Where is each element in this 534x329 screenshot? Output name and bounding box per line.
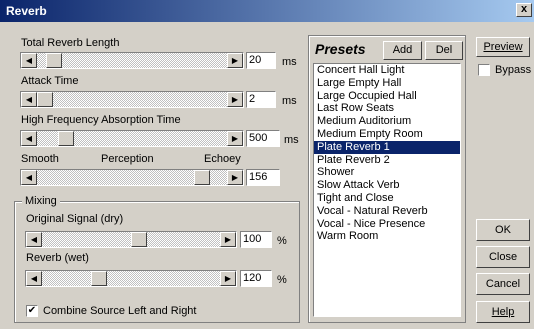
attack-time-field[interactable]: 2 — [246, 91, 276, 108]
slider-left-arrow-icon[interactable]: ◀ — [21, 53, 37, 68]
slider-left-arrow-icon[interactable]: ◀ — [26, 271, 42, 286]
preset-list-item[interactable]: Medium Auditorium — [314, 115, 460, 128]
total-reverb-length-label: Total Reverb Length — [21, 37, 120, 49]
delete-preset-button[interactable]: Del — [425, 41, 463, 60]
reverb-wet-unit: % — [277, 274, 287, 286]
preset-list-item[interactable]: Last Row Seats — [314, 102, 460, 115]
attack-time-unit: ms — [282, 95, 297, 107]
slider-thumb[interactable] — [37, 92, 53, 107]
hf-absorption-slider[interactable]: ◀ ▶ — [20, 130, 244, 147]
help-label: Help — [491, 306, 515, 318]
title-bar: Reverb x — [0, 0, 534, 22]
close-button[interactable]: Close — [476, 246, 530, 268]
slider-left-arrow-icon[interactable]: ◀ — [21, 170, 37, 185]
check-icon: ✔ — [27, 305, 37, 316]
preset-list-item[interactable]: Slow Attack Verb — [314, 179, 460, 192]
preview-label: Preview — [483, 41, 523, 53]
total-reverb-length-slider[interactable]: ◀ ▶ — [20, 52, 244, 69]
slider-right-arrow-icon[interactable]: ▶ — [220, 271, 236, 286]
slider-left-arrow-icon[interactable]: ◀ — [26, 232, 42, 247]
slider-right-arrow-icon[interactable]: ▶ — [227, 131, 243, 146]
cancel-button[interactable]: Cancel — [476, 273, 530, 295]
presets-title: Presets — [315, 41, 366, 57]
slider-left-arrow-icon[interactable]: ◀ — [21, 92, 37, 107]
reverb-dialog: Reverb x Total Reverb Length ◀ ▶ 20 ms A… — [0, 0, 534, 329]
preset-list-item[interactable]: Large Empty Hall — [314, 77, 460, 90]
attack-time-label: Attack Time — [21, 75, 79, 87]
perception-label: Perception — [101, 153, 154, 165]
window-title: Reverb — [6, 4, 47, 18]
slider-thumb[interactable] — [57, 131, 74, 146]
close-window-button[interactable]: x — [516, 3, 532, 17]
slider-right-arrow-icon[interactable]: ▶ — [227, 170, 243, 185]
preset-list-item[interactable]: Tight and Close — [314, 192, 460, 205]
preset-list-item[interactable]: Warm Room — [314, 230, 460, 243]
slider-thumb[interactable] — [193, 170, 210, 185]
mixing-group-label: Mixing — [22, 195, 60, 207]
preview-button[interactable]: Preview — [476, 37, 530, 57]
original-signal-unit: % — [277, 235, 287, 247]
reverb-wet-slider[interactable]: ◀ ▶ — [25, 270, 237, 287]
hf-absorption-label: High Frequency Absorption Time — [21, 114, 181, 126]
preset-list-item[interactable]: Concert Hall Light — [314, 64, 460, 77]
slider-thumb[interactable] — [45, 53, 62, 68]
preset-list-item[interactable]: Plate Reverb 2 — [314, 154, 460, 167]
hf-absorption-field[interactable]: 500 — [246, 130, 280, 147]
bypass-label: Bypass — [495, 64, 532, 76]
hf-absorption-unit: ms — [284, 134, 299, 146]
slider-right-arrow-icon[interactable]: ▶ — [220, 232, 236, 247]
preset-list-item[interactable]: Shower — [314, 166, 460, 179]
presets-list[interactable]: Concert Hall Light Large Empty Hall Large … — [313, 63, 461, 317]
combine-checkbox[interactable]: ✔ — [26, 305, 38, 317]
slider-track[interactable] — [37, 92, 227, 107]
preset-list-item[interactable]: Vocal - Nice Presence — [314, 218, 460, 231]
total-reverb-length-unit: ms — [282, 56, 297, 68]
slider-thumb[interactable] — [90, 271, 107, 286]
preset-list-item[interactable]: Vocal - Natural Reverb — [314, 205, 460, 218]
perception-field[interactable]: 156 — [246, 169, 280, 186]
original-signal-field[interactable]: 100 — [240, 231, 272, 248]
slider-left-arrow-icon[interactable]: ◀ — [21, 131, 37, 146]
preset-list-item[interactable]: Medium Empty Room — [314, 128, 460, 141]
slider-track[interactable] — [37, 53, 227, 68]
reverb-wet-label: Reverb (wet) — [26, 252, 89, 264]
perception-slider[interactable]: ◀ ▶ — [20, 169, 244, 186]
bypass-checkbox[interactable] — [478, 64, 490, 76]
original-signal-slider[interactable]: ◀ ▶ — [25, 231, 237, 248]
preset-list-item[interactable]: Plate Reverb 1 — [314, 140, 460, 154]
slider-thumb[interactable] — [131, 232, 148, 247]
original-signal-label: Original Signal (dry) — [26, 213, 124, 225]
add-preset-button[interactable]: Add — [383, 41, 422, 60]
ok-button[interactable]: OK — [476, 219, 530, 241]
attack-time-slider[interactable]: ◀ ▶ — [20, 91, 244, 108]
reverb-wet-field[interactable]: 120 — [240, 270, 272, 287]
slider-right-arrow-icon[interactable]: ▶ — [227, 53, 243, 68]
preset-list-item[interactable]: Large Occupied Hall — [314, 90, 460, 103]
slider-track[interactable] — [42, 271, 220, 286]
total-reverb-length-field[interactable]: 20 — [246, 52, 276, 69]
combine-label: Combine Source Left and Right — [43, 305, 197, 317]
slider-right-arrow-icon[interactable]: ▶ — [227, 92, 243, 107]
perception-echoey-label: Echoey — [204, 153, 241, 165]
help-button[interactable]: Help — [476, 301, 530, 323]
perception-smooth-label: Smooth — [21, 153, 59, 165]
